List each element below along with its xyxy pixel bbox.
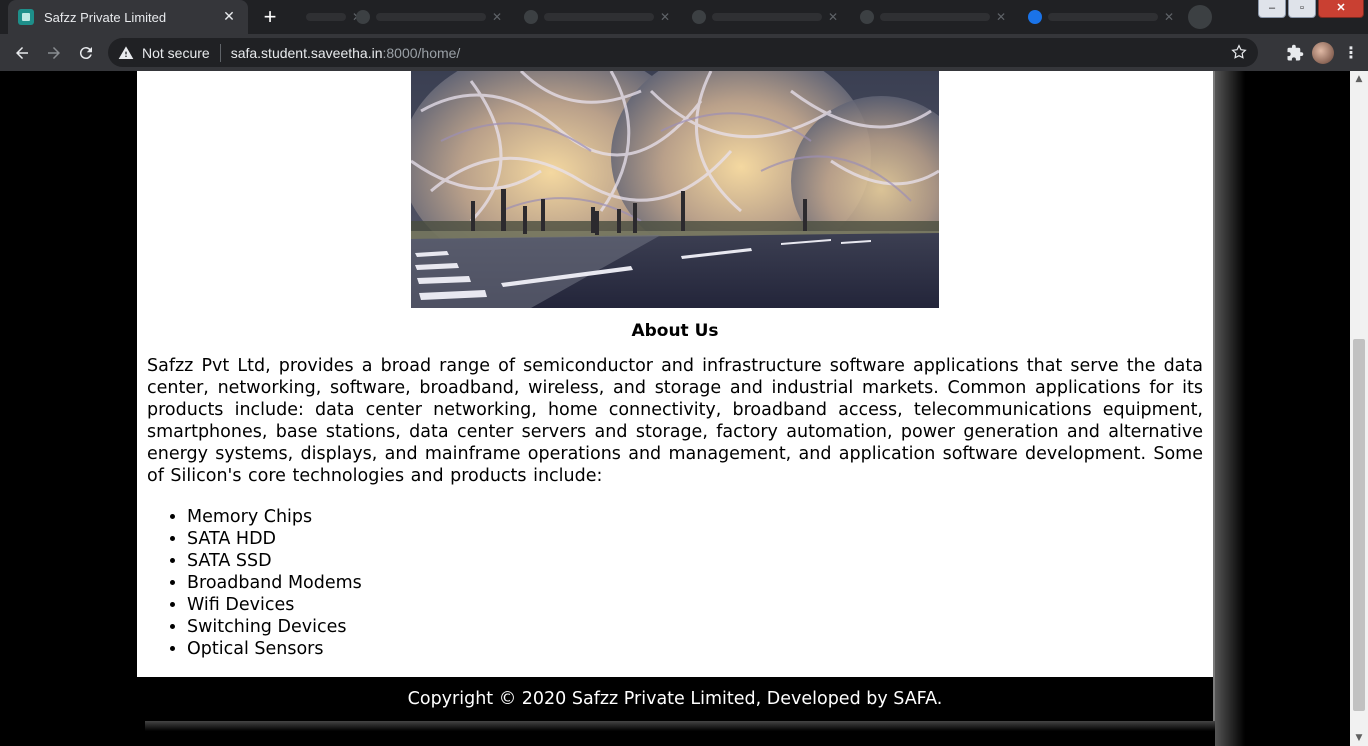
close-window-button[interactable]: ✕: [1318, 0, 1364, 18]
tab-favicon-icon: [1028, 10, 1042, 24]
scroll-down-arrow-icon[interactable]: ▼: [1350, 730, 1368, 746]
background-tab[interactable]: ✕: [518, 5, 676, 29]
tab-favicon-icon: [692, 10, 706, 24]
security-indicator[interactable]: Not secure: [118, 45, 210, 61]
reload-button[interactable]: [70, 37, 102, 69]
puzzle-icon[interactable]: [1286, 44, 1304, 62]
scroll-up-arrow-icon[interactable]: ▲: [1350, 71, 1368, 87]
list-item: Switching Devices: [187, 616, 362, 638]
new-tab-button[interactable]: +: [256, 4, 284, 30]
toolbar-actions: ⋮: [1286, 34, 1360, 71]
forward-button[interactable]: [38, 37, 70, 69]
scrollbar-thumb[interactable]: [1353, 339, 1365, 711]
card-shadow: [1215, 71, 1245, 746]
background-tab[interactable]: ✕: [686, 5, 844, 29]
list-item: SATA SSD: [187, 550, 362, 572]
list-item: SATA HDD: [187, 528, 362, 550]
tab-search-button[interactable]: [1182, 5, 1218, 29]
tab-close-icon[interactable]: ✕: [828, 10, 838, 24]
site-favicon-icon: [18, 9, 34, 25]
warning-triangle-icon: [118, 45, 134, 59]
background-tab[interactable]: ✕: [854, 5, 1012, 29]
about-heading: About Us: [631, 321, 719, 341]
tab-search-icon: [1188, 5, 1212, 29]
page-viewport: About Us Safzz Pvt Ltd, provides a broad…: [0, 71, 1350, 746]
hero-image: [411, 71, 939, 308]
url-host: safa.student.saveetha.in: [230, 44, 383, 61]
products-list: Memory Chips SATA HDD SATA SSD Broadband…: [187, 506, 362, 660]
page-footer: Copyright © 2020 Safzz Private Limited, …: [137, 677, 1213, 721]
tab-favicon-icon: [356, 10, 370, 24]
list-item: Memory Chips: [187, 506, 362, 528]
list-item: Optical Sensors: [187, 638, 362, 660]
copyright-text: Copyright © 2020 Safzz Private Limited, …: [407, 689, 943, 709]
url-text[interactable]: safa.student.saveetha.in:8000/home/: [231, 45, 461, 61]
background-tab[interactable]: ✕: [1022, 5, 1180, 29]
background-tab[interactable]: ✕: [350, 5, 508, 29]
tab-close-icon[interactable]: ✕: [996, 10, 1006, 24]
star-icon[interactable]: [1230, 43, 1248, 61]
tab-close-icon[interactable]: ✕: [220, 9, 238, 25]
content-card: About Us Safzz Pvt Ltd, provides a broad…: [137, 71, 1213, 677]
url-path: :8000/home/: [382, 44, 461, 61]
minimize-button[interactable]: –: [1258, 0, 1286, 18]
about-paragraph: Safzz Pvt Ltd, provides a broad range of…: [147, 356, 1203, 486]
reload-icon: [79, 46, 92, 59]
window-controls: – ▫ ✕: [1254, 0, 1368, 18]
profile-avatar[interactable]: [1312, 41, 1334, 64]
tab-active[interactable]: Safzz Private Limited ✕: [8, 0, 248, 34]
security-label: Not secure: [142, 44, 210, 61]
back-button[interactable]: [6, 37, 38, 69]
tab-close-icon[interactable]: ✕: [492, 10, 502, 24]
vertical-scrollbar[interactable]: ▲ ▼: [1350, 71, 1368, 746]
tab-favicon-icon: [860, 10, 874, 24]
tab-close-icon[interactable]: ✕: [660, 10, 670, 24]
tab-title: Safzz Private Limited: [44, 9, 167, 25]
divider: [219, 43, 221, 62]
tab-close-icon[interactable]: ✕: [1164, 10, 1174, 24]
maximize-button[interactable]: ▫: [1288, 0, 1316, 18]
arrow-left-icon: [16, 46, 28, 59]
tab-favicon-icon: [524, 10, 538, 24]
card-shadow: [145, 721, 1215, 731]
kebab-menu-icon[interactable]: ⋮: [1342, 43, 1360, 62]
arrow-right-icon: [48, 46, 60, 59]
address-bar[interactable]: Not secure safa.student.saveetha.in:8000…: [108, 38, 1258, 67]
list-item: Wifi Devices: [187, 594, 362, 616]
browser-toolbar: Not secure safa.student.saveetha.in:8000…: [0, 34, 1368, 71]
list-item: Broadband Modems: [187, 572, 362, 594]
tab-strip: Safzz Private Limited ✕ + ✕ ✕ ✕ ✕ ✕ ✕ – …: [0, 0, 1368, 34]
